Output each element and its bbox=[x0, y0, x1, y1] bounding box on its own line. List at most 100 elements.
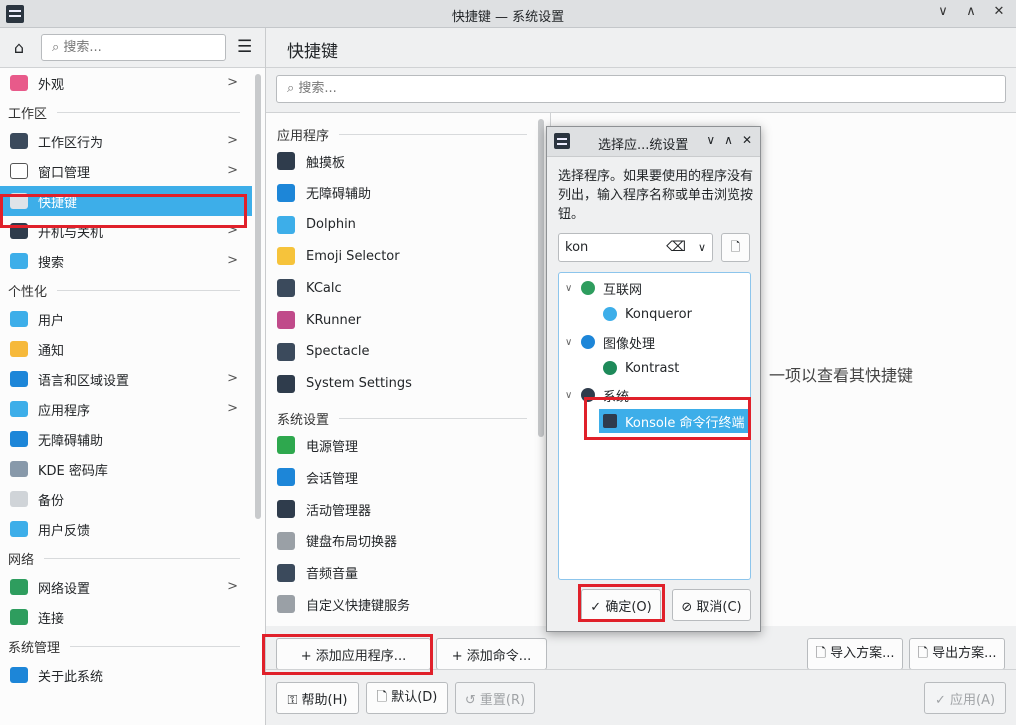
component-list-item[interactable]: 触摸板 bbox=[277, 147, 532, 175]
page-header: 快捷键 bbox=[266, 28, 1016, 68]
sidebar-item[interactable]: KDE 密码库 bbox=[0, 454, 252, 484]
component-list-item[interactable]: 会话管理 bbox=[277, 463, 532, 491]
sidebar-search-input[interactable]: ⌕ 搜索... bbox=[41, 34, 226, 61]
sidebar-item-label: 网络设置 bbox=[38, 581, 91, 597]
expand-toggle-icon[interactable]: ∨ bbox=[565, 283, 579, 294]
dialog-message: 选择程序。如果要使用的程序没有列出，输入程序名称或单击浏览按钮。 bbox=[558, 169, 754, 222]
home-icon[interactable]: ⌂ bbox=[8, 37, 30, 59]
page-title: 快捷键 bbox=[287, 42, 338, 62]
chevron-down-icon[interactable]: ∨ bbox=[698, 234, 706, 261]
sidebar-item-label: 无障碍辅助 bbox=[38, 433, 104, 449]
sidebar-item-label: KDE 密码库 bbox=[38, 463, 108, 479]
list-scrollbar[interactable] bbox=[538, 119, 544, 437]
ok-button[interactable]: ✓ 确定(O) bbox=[581, 589, 661, 621]
dialog-maximize-button[interactable]: ∧ bbox=[724, 133, 733, 147]
sidebar-item[interactable]: 备份 bbox=[0, 484, 252, 514]
sidebar-item[interactable]: 窗口管理 > bbox=[0, 156, 252, 186]
browse-button[interactable]: 🗋 bbox=[721, 233, 750, 262]
sidebar-item-icon bbox=[10, 579, 28, 595]
sidebar-item[interactable]: 网络设置 > bbox=[0, 572, 252, 602]
component-list: 应用程序 触摸板 无障碍辅助 Dolphin Emoji Selector KCalc KR… bbox=[266, 112, 550, 626]
component-label: 自定义快捷键服务 bbox=[306, 598, 411, 614]
component-icon bbox=[277, 279, 295, 298]
component-list-item[interactable]: 活动管理器 bbox=[277, 495, 532, 523]
tree-category[interactable]: ∨ 互联网 bbox=[565, 276, 642, 300]
sidebar-item[interactable]: 应用程序 > bbox=[0, 394, 252, 424]
component-list-item[interactable]: Spectacle bbox=[277, 338, 532, 366]
sidebar-item[interactable]: 语言和区域设置 > bbox=[0, 364, 252, 394]
component-list-item[interactable]: KCalc bbox=[277, 274, 532, 302]
clear-text-icon[interactable]: ⌫ bbox=[666, 234, 686, 261]
tree-item-label: 图像处理 bbox=[603, 336, 656, 352]
sidebar-item[interactable]: 用户 bbox=[0, 304, 252, 334]
sidebar-item-icon bbox=[10, 667, 28, 683]
import-scheme-button[interactable]: 🗋 导入方案... bbox=[807, 638, 903, 670]
component-list-item[interactable]: KRunner bbox=[277, 306, 532, 334]
component-icon bbox=[277, 563, 295, 582]
component-icon bbox=[277, 500, 295, 518]
maximize-button[interactable]: ∧ bbox=[964, 4, 978, 19]
apply-button[interactable]: ✓ 应用(A) bbox=[924, 682, 1006, 714]
component-icon bbox=[277, 595, 295, 614]
tree-application-item[interactable]: Kontrast bbox=[603, 356, 679, 380]
select-application-dialog: 选择应...统设置 ∨ ∧ ✕ 选择程序。如果要使用的程序没有列出，输入程序名称… bbox=[546, 126, 761, 632]
expand-toggle-icon[interactable]: ∨ bbox=[565, 337, 579, 348]
expand-toggle-icon[interactable]: ∨ bbox=[565, 390, 579, 401]
cancel-button[interactable]: ⊘ 取消(C) bbox=[672, 589, 751, 621]
help-button[interactable]: ⚿ 帮助(H) bbox=[276, 682, 359, 714]
hamburger-menu-icon[interactable]: ☰ bbox=[237, 37, 252, 57]
sidebar-item-icon bbox=[10, 609, 28, 625]
window-title: 快捷键 — 系统设置 bbox=[451, 10, 565, 25]
dialog-minimize-button[interactable]: ∨ bbox=[706, 133, 715, 147]
component-list-item[interactable]: 无障碍辅助 bbox=[277, 179, 532, 207]
minimize-button[interactable]: ∨ bbox=[936, 4, 950, 19]
chevron-right-icon: > bbox=[227, 133, 238, 148]
component-list-item[interactable]: 电源管理 bbox=[277, 431, 532, 459]
component-list-item[interactable]: System Settings bbox=[277, 370, 532, 398]
export-scheme-button[interactable]: 🗋 导出方案... bbox=[909, 638, 1005, 670]
file-icon: 🗋 bbox=[730, 240, 741, 254]
sidebar-item-icon bbox=[10, 461, 28, 477]
sidebar-item[interactable]: 无障碍辅助 bbox=[0, 424, 252, 454]
sidebar-item[interactable]: 快捷键 bbox=[0, 186, 252, 216]
tree-application-item[interactable]: Konsole 命令行终端 bbox=[599, 409, 749, 433]
shortcut-search-input[interactable]: ⌕ 搜索... bbox=[276, 75, 1006, 103]
tree-category[interactable]: ∨ 图像处理 bbox=[565, 330, 655, 354]
component-list-item[interactable]: 键盘布局切换器 bbox=[277, 527, 532, 555]
dialog-titlebar: 选择应...统设置 ∨ ∧ ✕ bbox=[547, 127, 760, 157]
add-command-button[interactable]: + 添加命令... bbox=[436, 638, 547, 670]
detail-hint-text: 一项以查看其快捷键 bbox=[769, 366, 914, 385]
footer-divider bbox=[266, 669, 1016, 670]
sidebar-item[interactable]: 外观 > bbox=[0, 68, 252, 98]
defaults-button[interactable]: 🗋 默认(D) bbox=[366, 682, 448, 714]
component-label: Dolphin bbox=[306, 217, 356, 233]
sidebar-item[interactable]: 工作区行为 > bbox=[0, 126, 252, 156]
component-label: 键盘布局切换器 bbox=[306, 535, 398, 551]
reset-button[interactable]: ↺ 重置(R) bbox=[455, 682, 535, 714]
sidebar-scrollbar[interactable] bbox=[255, 74, 261, 519]
window-titlebar: 快捷键 — 系统设置 ∨ ∧ ✕ bbox=[0, 0, 1016, 28]
sidebar-item[interactable]: 搜索 > bbox=[0, 246, 252, 276]
component-list-item[interactable]: 自定义快捷键服务 bbox=[277, 590, 532, 618]
sidebar-item[interactable]: 用户反馈 bbox=[0, 514, 252, 544]
tree-application-item[interactable]: Konqueror bbox=[603, 302, 692, 326]
sidebar-item[interactable]: 连接 bbox=[0, 602, 252, 632]
sidebar-item-icon bbox=[10, 521, 28, 537]
component-icon bbox=[277, 152, 295, 170]
tree-category[interactable]: ∨ 系统 bbox=[565, 383, 629, 407]
close-button[interactable]: ✕ bbox=[992, 4, 1006, 19]
sidebar-item[interactable]: 通知 bbox=[0, 334, 252, 364]
system-settings-icon bbox=[554, 133, 570, 149]
dialog-title: 选择应...统设置 bbox=[598, 138, 689, 153]
add-application-button[interactable]: + 添加应用程序... bbox=[276, 638, 431, 670]
sidebar-section-label: 网络 bbox=[8, 552, 35, 568]
application-name-input[interactable]: kon ⌫ ∨ bbox=[558, 233, 713, 262]
sidebar-item[interactable]: 开机与关机 > bbox=[0, 216, 252, 246]
component-list-item[interactable]: Emoji Selector bbox=[277, 242, 532, 270]
sidebar-item[interactable]: 关于此系统 bbox=[0, 660, 252, 690]
component-list-item[interactable]: Dolphin bbox=[277, 211, 532, 239]
component-list-item[interactable]: 音频音量 bbox=[277, 559, 532, 587]
tree-item-icon bbox=[603, 361, 617, 375]
dialog-close-button[interactable]: ✕ bbox=[742, 133, 752, 147]
sidebar-section-header: 个性化 bbox=[0, 276, 252, 304]
